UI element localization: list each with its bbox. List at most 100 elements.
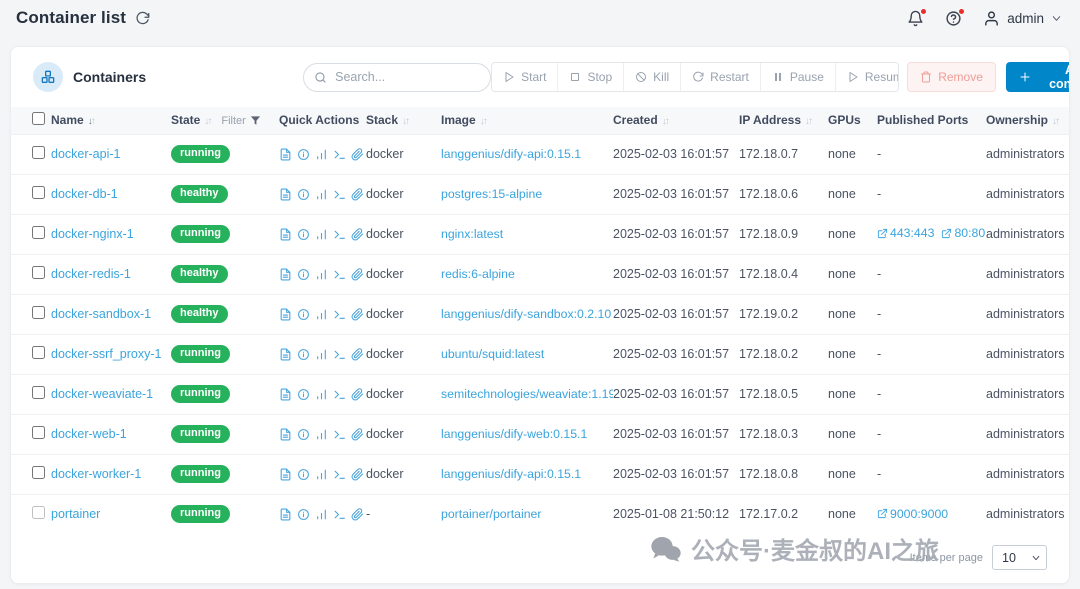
logs-icon[interactable] [279, 148, 292, 161]
attach-icon[interactable] [351, 188, 364, 201]
attach-icon[interactable] [351, 348, 364, 361]
console-icon[interactable] [333, 148, 346, 161]
attach-icon[interactable] [351, 508, 364, 521]
stats-icon[interactable] [315, 188, 328, 201]
filter-funnel-icon[interactable] [250, 115, 261, 126]
image-link[interactable]: langgenius/dify-sandbox:0.2.10 [441, 307, 611, 321]
console-icon[interactable] [333, 308, 346, 321]
attach-icon[interactable] [351, 428, 364, 441]
stats-icon[interactable] [315, 508, 328, 521]
published-port-link[interactable]: 443:443 [877, 226, 934, 240]
column-header-created[interactable]: Created↓↑ [613, 107, 739, 134]
sort-icons[interactable]: ↓↑ [805, 116, 811, 127]
stop-button[interactable]: Stop [558, 63, 624, 91]
stats-icon[interactable] [315, 428, 328, 441]
row-checkbox[interactable] [32, 506, 45, 519]
attach-icon[interactable] [351, 468, 364, 481]
logs-icon[interactable] [279, 348, 292, 361]
container-name-link[interactable]: docker-worker-1 [51, 467, 141, 481]
inspect-icon[interactable] [297, 188, 310, 201]
console-icon[interactable] [333, 188, 346, 201]
row-checkbox[interactable] [32, 226, 45, 239]
items-per-page-select[interactable]: 10 [992, 545, 1047, 570]
logs-icon[interactable] [279, 388, 292, 401]
refresh-icon[interactable] [135, 11, 150, 26]
image-link[interactable]: portainer/portainer [441, 507, 541, 521]
logs-icon[interactable] [279, 268, 292, 281]
console-icon[interactable] [333, 348, 346, 361]
column-header-stack[interactable]: Stack↓↑ [366, 107, 441, 134]
sort-icons[interactable]: ↓↑ [88, 116, 94, 127]
container-name-link[interactable]: docker-nginx-1 [51, 227, 134, 241]
column-header-state[interactable]: State↓↑Filter [171, 107, 279, 134]
console-icon[interactable] [333, 388, 346, 401]
attach-icon[interactable] [351, 388, 364, 401]
select-all-checkbox[interactable] [32, 112, 45, 125]
container-name-link[interactable]: docker-sandbox-1 [51, 307, 151, 321]
stats-icon[interactable] [315, 148, 328, 161]
column-header-image[interactable]: Image↓↑ [441, 107, 613, 134]
row-checkbox[interactable] [32, 346, 45, 359]
inspect-icon[interactable] [297, 308, 310, 321]
row-checkbox[interactable] [32, 146, 45, 159]
restart-button[interactable]: Restart [681, 63, 761, 91]
image-link[interactable]: nginx:latest [441, 227, 503, 241]
row-checkbox[interactable] [32, 426, 45, 439]
add-container-button[interactable]: Add container [1006, 62, 1070, 92]
published-port-link[interactable]: 9000:9000 [877, 507, 948, 521]
inspect-icon[interactable] [297, 228, 310, 241]
logs-icon[interactable] [279, 428, 292, 441]
row-checkbox[interactable] [32, 186, 45, 199]
logs-icon[interactable] [279, 508, 292, 521]
sort-icons[interactable]: ↓↑ [1052, 116, 1058, 127]
console-icon[interactable] [333, 268, 346, 281]
stats-icon[interactable] [315, 388, 328, 401]
attach-icon[interactable] [351, 228, 364, 241]
inspect-icon[interactable] [297, 268, 310, 281]
user-menu[interactable]: admin [983, 10, 1062, 27]
image-link[interactable]: semitechnologies/weaviate:1.19.0 [441, 387, 613, 401]
image-link[interactable]: langgenius/dify-web:0.15.1 [441, 427, 587, 441]
stats-icon[interactable] [315, 308, 328, 321]
sort-icons[interactable]: ↓↑ [204, 116, 210, 127]
inspect-icon[interactable] [297, 428, 310, 441]
attach-icon[interactable] [351, 148, 364, 161]
sort-icons[interactable]: ↓↑ [402, 116, 408, 127]
stats-icon[interactable] [315, 348, 328, 361]
published-port-link[interactable]: 80:80 [941, 226, 985, 240]
logs-icon[interactable] [279, 468, 292, 481]
container-name-link[interactable]: docker-api-1 [51, 147, 120, 161]
stats-icon[interactable] [315, 228, 328, 241]
remove-button[interactable]: Remove [907, 62, 996, 92]
image-link[interactable]: langgenius/dify-api:0.15.1 [441, 147, 581, 161]
logs-icon[interactable] [279, 308, 292, 321]
notifications-bell-icon[interactable] [907, 10, 924, 27]
help-icon[interactable] [945, 10, 962, 27]
column-header-ownership[interactable]: Ownership↓↑ [986, 107, 1070, 134]
stats-icon[interactable] [315, 268, 328, 281]
sort-icons[interactable]: ↓↑ [480, 116, 486, 127]
console-icon[interactable] [333, 228, 346, 241]
image-link[interactable]: langgenius/dify-api:0.15.1 [441, 467, 581, 481]
sort-icons[interactable]: ↓↑ [662, 116, 668, 127]
stats-icon[interactable] [315, 468, 328, 481]
filter-label[interactable]: Filter [221, 115, 245, 127]
attach-icon[interactable] [351, 308, 364, 321]
console-icon[interactable] [333, 428, 346, 441]
start-button[interactable]: Start [492, 63, 558, 91]
container-name-link[interactable]: docker-web-1 [51, 427, 127, 441]
row-checkbox[interactable] [32, 306, 45, 319]
console-icon[interactable] [333, 508, 346, 521]
inspect-icon[interactable] [297, 508, 310, 521]
search-input[interactable] [303, 63, 491, 92]
column-header-name[interactable]: Name↓↑ [51, 107, 171, 134]
inspect-icon[interactable] [297, 468, 310, 481]
inspect-icon[interactable] [297, 348, 310, 361]
resume-button[interactable]: Resume [836, 63, 899, 91]
container-name-link[interactable]: docker-db-1 [51, 187, 118, 201]
image-link[interactable]: redis:6-alpine [441, 267, 515, 281]
logs-icon[interactable] [279, 188, 292, 201]
inspect-icon[interactable] [297, 148, 310, 161]
container-name-link[interactable]: docker-ssrf_proxy-1 [51, 347, 161, 361]
row-checkbox[interactable] [32, 386, 45, 399]
